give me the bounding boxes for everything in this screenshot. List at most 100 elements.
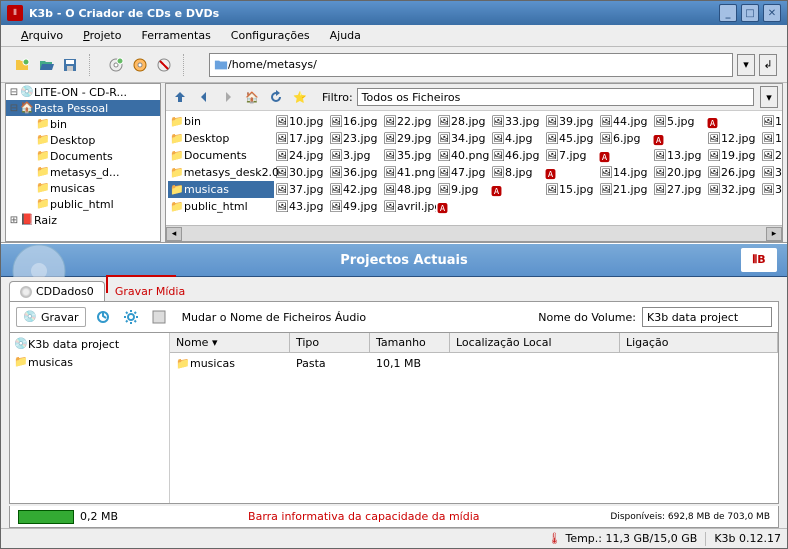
filter-combo[interactable]: Todos os Ficheiros — [357, 88, 754, 106]
file-item[interactable]: 🖼49.jpg — [328, 198, 382, 215]
filter-dropdown-button[interactable]: ▾ — [760, 86, 778, 108]
open-button[interactable] — [35, 54, 57, 76]
tree-liteon[interactable]: ⊟💿LITE-ON - CD-R... — [6, 84, 160, 100]
path-clear-button[interactable]: ↲ — [759, 54, 777, 76]
file-item[interactable]: 🖼6.jpg — [598, 130, 652, 147]
file-item[interactable]: 🖼41.png — [382, 164, 436, 181]
close-button[interactable]: ✕ — [763, 4, 781, 22]
menu-ferramentas[interactable]: Ferramentas — [131, 27, 220, 44]
file-item[interactable]: 🖼34.jpg — [436, 130, 490, 147]
folder-item[interactable]: 📁musicas — [168, 181, 274, 198]
col-nome[interactable]: Nome ▾ — [170, 333, 290, 352]
tab-cddados0[interactable]: CDDados0 — [9, 281, 105, 301]
file-item[interactable]: 🖼38.jpg — [760, 181, 782, 198]
file-item[interactable]: 🖼12.jpg — [706, 130, 760, 147]
file-item[interactable]: 🅰 — [544, 164, 598, 181]
file-item[interactable]: 🖼13.jpg — [652, 147, 706, 164]
minimize-button[interactable]: _ — [719, 4, 737, 22]
import-button[interactable] — [92, 306, 114, 328]
col-localizacao[interactable]: Localização Local — [450, 333, 620, 352]
file-item[interactable]: 🖼29.jpg — [382, 130, 436, 147]
file-item[interactable]: 🖼48.jpg — [382, 181, 436, 198]
file-item[interactable]: 🖼21.jpg — [598, 181, 652, 198]
settings-gear-button[interactable] — [120, 306, 142, 328]
scroll-right-button[interactable]: ▸ — [766, 227, 782, 241]
file-item[interactable]: 🖼40.png — [436, 147, 490, 164]
disc-copy-button[interactable] — [105, 54, 127, 76]
col-ligacao[interactable]: Ligação — [620, 333, 778, 352]
file-item[interactable]: 🖼31.jpg — [760, 164, 782, 181]
scroll-left-button[interactable]: ◂ — [166, 227, 182, 241]
file-item[interactable]: 🖼3.jpg — [328, 147, 382, 164]
folder-item[interactable]: 📁public_html — [168, 198, 274, 215]
file-item[interactable]: 🖼20.jpg — [652, 164, 706, 181]
tree-pasta-pessoal[interactable]: ⊟🏠Pasta Pessoal — [6, 100, 160, 116]
file-item[interactable]: 🖼43.jpg — [274, 198, 328, 215]
project-root[interactable]: 💿K3b data project — [12, 335, 167, 353]
file-item[interactable]: 🖼4.jpg — [490, 130, 544, 147]
h-scrollbar[interactable]: ◂ ▸ — [166, 225, 782, 241]
file-item[interactable]: 🖼35.jpg — [382, 147, 436, 164]
file-item[interactable]: 🖼33.jpg — [490, 113, 544, 130]
file-item[interactable]: 🖼16.jpg — [328, 113, 382, 130]
tree-bin[interactable]: 📁bin — [6, 116, 160, 132]
file-item[interactable]: 🖼9.jpg — [436, 181, 490, 198]
file-item[interactable]: 🖼8.jpg — [490, 164, 544, 181]
file-item[interactable]: 🖼19.jpg — [706, 147, 760, 164]
nav-up-button[interactable] — [170, 87, 190, 107]
tree-metasys[interactable]: 📁metasys_d... — [6, 164, 160, 180]
nav-bookmark-button[interactable]: ⭐ — [290, 87, 310, 107]
file-item[interactable]: 🖼27.jpg — [652, 181, 706, 198]
tree-desktop[interactable]: 📁Desktop — [6, 132, 160, 148]
project-musicas[interactable]: 📁musicas — [12, 353, 167, 371]
file-item[interactable]: 🖼32.jpg — [706, 181, 760, 198]
volume-input[interactable] — [642, 307, 772, 327]
folder-item[interactable]: 📁Desktop — [168, 130, 274, 147]
menu-arquivo[interactable]: Arquivo — [11, 27, 73, 44]
file-item[interactable]: 🖼46.jpg — [490, 147, 544, 164]
file-item[interactable]: 🖼23.jpg — [328, 130, 382, 147]
tree-raiz[interactable]: ⊞📕Raiz — [6, 212, 160, 228]
maximize-button[interactable]: □ — [741, 4, 759, 22]
nav-reload-button[interactable] — [266, 87, 286, 107]
menu-ajuda[interactable]: Ajuda — [320, 27, 371, 44]
file-item[interactable]: 🖼39.jpg — [544, 113, 598, 130]
folder-tree[interactable]: ⊟💿LITE-ON - CD-R... ⊟🏠Pasta Pessoal 📁bin… — [5, 83, 161, 242]
file-item[interactable]: 🖼18.jpg — [760, 130, 782, 147]
file-item[interactable]: 🖼44.jpg — [598, 113, 652, 130]
file-item[interactable]: 🅰 — [652, 130, 706, 147]
project-tree[interactable]: 💿K3b data project 📁musicas — [10, 333, 170, 503]
tree-musicas[interactable]: 📁musicas — [6, 180, 160, 196]
file-item[interactable]: 🅰 — [436, 198, 490, 215]
new-project-button[interactable] — [11, 54, 33, 76]
tree-documents[interactable]: 📁Documents — [6, 148, 160, 164]
file-item[interactable]: 🖼17.jpg — [274, 130, 328, 147]
file-item[interactable]: 🖼45.jpg — [544, 130, 598, 147]
file-item[interactable]: 🖼10.jpg — [274, 113, 328, 130]
burn-button[interactable]: 💿 Gravar — [16, 307, 86, 327]
file-item[interactable]: 🖼28.jpg — [436, 113, 490, 130]
edit-boot-button[interactable] — [148, 306, 170, 328]
path-dropdown-button[interactable]: ▾ — [737, 54, 755, 76]
menu-projeto[interactable]: Projeto — [73, 27, 131, 44]
disc-erase-button[interactable] — [153, 54, 175, 76]
tree-public-html[interactable]: 📁public_html — [6, 196, 160, 212]
file-item[interactable]: 🖼36.jpg — [328, 164, 382, 181]
project-file-list[interactable]: Nome ▾ Tipo Tamanho Localização Local Li… — [170, 333, 778, 503]
file-item[interactable]: 🖼7.jpg — [544, 147, 598, 164]
file-item[interactable]: 🅰 — [706, 113, 760, 130]
file-item[interactable]: 🖼42.jpg — [328, 181, 382, 198]
file-item[interactable]: 🖼37.jpg — [274, 181, 328, 198]
nav-back-button[interactable] — [194, 87, 214, 107]
save-button[interactable] — [59, 54, 81, 76]
file-item[interactable]: 🖼25.jpg — [760, 147, 782, 164]
folder-item[interactable]: 📁Documents — [168, 147, 274, 164]
file-item[interactable]: 🖼avril.jpg — [382, 198, 436, 215]
nav-home-button[interactable]: 🏠 — [242, 87, 262, 107]
folder-item[interactable]: 📁metasys_desk2.0 — [168, 164, 274, 181]
list-row[interactable]: 📁musicas Pasta 10,1 MB — [170, 353, 778, 375]
file-item[interactable]: 🖼15.jpg — [544, 181, 598, 198]
col-tamanho[interactable]: Tamanho — [370, 333, 450, 352]
path-input[interactable]: /home/metasys/ — [209, 53, 733, 77]
file-item[interactable]: 🖼26.jpg — [706, 164, 760, 181]
